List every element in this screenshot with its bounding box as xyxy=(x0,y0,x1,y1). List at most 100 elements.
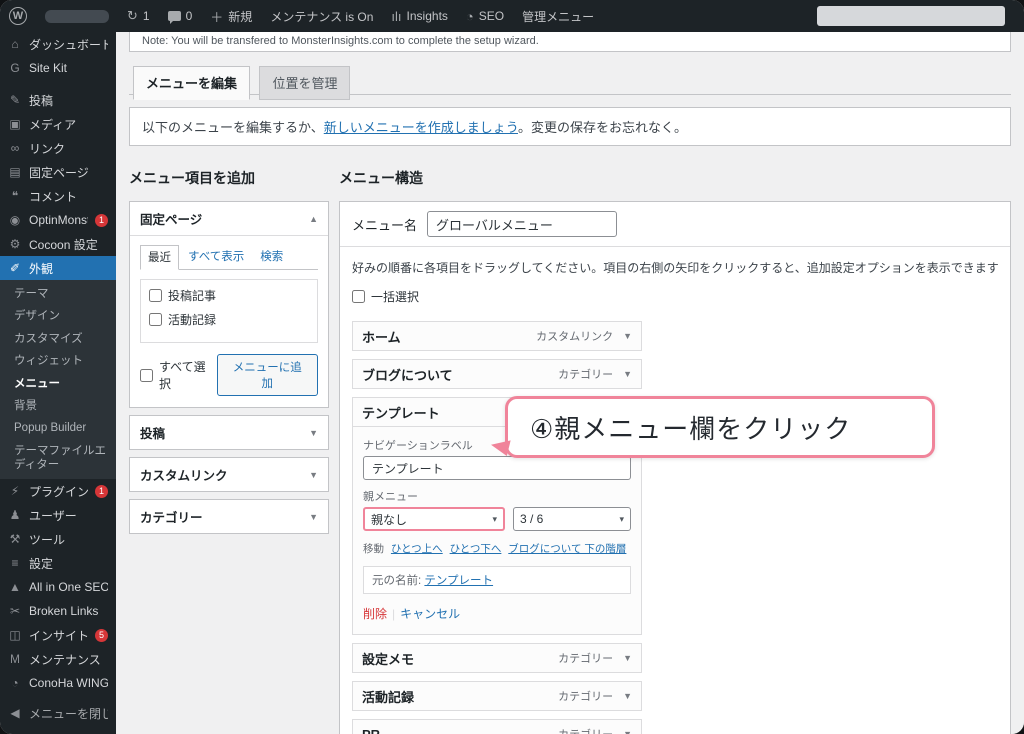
parent-menu-label: 親メニュー xyxy=(363,491,418,503)
chevron-down-icon[interactable]: ▼ xyxy=(309,428,318,438)
menu-structure-heading: メニュー構造 xyxy=(339,170,423,186)
move-down-link[interactable]: ひとつ下へ xyxy=(450,543,502,555)
submenu-item-popup-builder[interactable]: Popup Builder xyxy=(0,417,116,439)
chevron-down-icon[interactable]: ▼ xyxy=(309,470,318,480)
sidebar-item-dashboard[interactable]: ⌂ ダッシュボード xyxy=(0,32,116,56)
menu-item-settings-panel: ナビゲーションラベル 親メニュー 親なし ▾ xyxy=(352,427,642,635)
updates-count: 1 xyxy=(142,9,150,23)
sidebar-item-optinmonster[interactable]: ◉ OptinMonster 1 xyxy=(0,208,116,232)
settings-icon: ≡ xyxy=(11,556,19,571)
submenu-item-design[interactable]: デザイン xyxy=(0,305,116,327)
chevron-down-icon[interactable]: ▼ xyxy=(623,729,632,734)
chevron-down-icon[interactable]: ▼ xyxy=(623,691,632,701)
sidebar-item-comments[interactable]: ❝ コメント xyxy=(0,184,116,208)
sidebar-item-settings[interactable]: ≡ 設定 xyxy=(0,551,116,575)
site-name-menu[interactable] xyxy=(36,0,118,32)
pages-accordion-header[interactable]: 固定ページ ▲ xyxy=(130,202,328,235)
submenu-item-menus[interactable]: メニュー xyxy=(0,373,116,395)
sidebar-item-conoha-wing[interactable]: ◔ ConoHa WING xyxy=(0,671,116,695)
chevron-down-icon[interactable]: ▼ xyxy=(623,653,632,663)
collapse-menu-button[interactable]: ◀ メニューを閉じる xyxy=(0,701,116,725)
bulk-select-checkbox[interactable] xyxy=(352,290,365,303)
cancel-link[interactable]: キャンセル xyxy=(400,607,460,621)
account-menu[interactable] xyxy=(808,0,1014,32)
menu-item-pr[interactable]: PR カテゴリー ▼ xyxy=(352,719,642,734)
chevron-down-icon[interactable]: ▼ xyxy=(309,512,318,522)
tab-search[interactable]: 検索 xyxy=(253,245,290,269)
sidebar-item-appearance[interactable]: ✐ 外観 xyxy=(0,256,116,280)
sidebar-separator xyxy=(0,80,116,88)
sidebar-item-media[interactable]: ▣ メディア xyxy=(0,112,116,136)
insights-menu[interactable]: ılı Insights xyxy=(382,0,456,32)
menu-items-list: ホーム カスタムリンク ▼ ブログについて カテゴリー ▼ テンプレート ナビゲ… xyxy=(352,321,642,734)
submenu-item-themes[interactable]: テーマ xyxy=(0,283,116,305)
submenu-item-customize[interactable]: カスタマイズ xyxy=(0,328,116,350)
collapse-arrow-icon: ◀ xyxy=(10,706,20,721)
add-to-menu-button[interactable]: メニューに追加 xyxy=(216,354,318,396)
notification-badge: 1 xyxy=(95,484,108,498)
notification-badge: 1 xyxy=(95,213,108,227)
chevron-down-icon[interactable]: ▼ xyxy=(623,369,632,379)
submenu-item-background[interactable]: 背景 xyxy=(0,395,116,417)
wordpress-logo-icon: W xyxy=(9,7,27,25)
sidebar-item-tools[interactable]: ⚒ ツール xyxy=(0,527,116,551)
select-all-checkbox[interactable] xyxy=(140,368,153,382)
sidebar-item-cocoon-settings[interactable]: ⚙ Cocoon 設定 xyxy=(0,232,116,256)
chevron-up-icon[interactable]: ▲ xyxy=(309,214,318,224)
create-new-menu-link[interactable]: 新しいメニューを作成しましょう xyxy=(324,120,518,135)
original-name-link[interactable]: テンプレート xyxy=(424,575,493,587)
sidebar-item-plugins[interactable]: ⚡ プラグイン 1 xyxy=(0,479,116,503)
site-name-redacted xyxy=(45,9,109,23)
chevron-down-icon[interactable]: ▼ xyxy=(623,331,632,341)
custom-links-accordion-header[interactable]: カスタムリンク ▼ xyxy=(130,458,328,491)
sidebar-item-all-in-one-seo[interactable]: ▲ All in One SEO xyxy=(0,575,116,599)
sidebar-item-site-kit[interactable]: G Site Kit xyxy=(0,56,116,80)
move-up-link[interactable]: ひとつ上へ xyxy=(391,543,443,555)
menu-name-input[interactable] xyxy=(427,211,618,237)
comments-indicator[interactable]: 0 xyxy=(159,0,202,32)
new-content-menu[interactable]: ＋ 新規 xyxy=(201,0,261,32)
move-links-row: 移動 ひとつ上へ ひとつ下へ ブログについて 下の階層 先頭へ xyxy=(363,543,627,555)
sidebar-item-broken-links[interactable]: ✂ Broken Links xyxy=(0,599,116,623)
comments-icon xyxy=(167,11,181,24)
sidebar-item-insights[interactable]: ◫ インサイト 5 xyxy=(0,623,116,647)
submenu-item-widgets[interactable]: ウィジェット xyxy=(0,350,116,372)
tab-manage-locations[interactable]: 位置を管理 xyxy=(259,66,351,100)
seo-menu[interactable]: ◔ SEO xyxy=(457,0,513,32)
optinmonster-icon: ◉ xyxy=(9,213,21,227)
bar-chart-icon: ılı xyxy=(391,8,402,24)
sidebar-item-pages[interactable]: ▤ 固定ページ xyxy=(0,160,116,184)
insights-label: Insights xyxy=(406,9,448,23)
updates-indicator[interactable]: ↻ 1 xyxy=(118,0,159,32)
posts-accordion-header[interactable]: 投稿 ▼ xyxy=(130,416,328,449)
sidebar-item-links[interactable]: ∞ リンク xyxy=(0,136,116,160)
menu-item-about-blog[interactable]: ブログについて カテゴリー ▼ xyxy=(352,359,642,389)
nav-label-input[interactable] xyxy=(363,456,631,480)
categories-accordion-header[interactable]: カテゴリー ▼ xyxy=(130,500,328,533)
submenu-item-theme-file-editor[interactable]: テーマファイルエディター xyxy=(0,440,116,477)
maintenance-status[interactable]: メンテナンス is On xyxy=(261,0,382,32)
add-menu-items-column: メニュー項目を追加 固定ページ ▲ 最近 すべて表示 検索 投稿記事 活動記録 … xyxy=(129,168,329,541)
move-under-link[interactable]: ブログについて 下の階層 xyxy=(508,543,626,555)
tab-view-all[interactable]: すべて表示 xyxy=(181,245,251,269)
annotation-callout: ④親メニュー欄をクリック xyxy=(489,396,935,458)
tab-most-recent[interactable]: 最近 xyxy=(140,245,179,270)
menu-item-activity-log[interactable]: 活動記録 カテゴリー ▼ xyxy=(352,681,642,711)
tab-edit-menus[interactable]: メニューを編集 xyxy=(133,66,251,100)
menu-order-select[interactable]: 3 / 6 ▾ xyxy=(513,507,631,531)
menu-item-settings-memo[interactable]: 設定メモ カテゴリー ▼ xyxy=(352,643,642,673)
sidebar-item-users[interactable]: ♟ ユーザー xyxy=(0,503,116,527)
admin-menu-item[interactable]: 管理メニュー xyxy=(513,0,603,32)
wordpress-menu[interactable]: W xyxy=(0,0,36,32)
comments-count: 0 xyxy=(185,9,193,23)
sidebar-item-maintenance[interactable]: M メンテナンス xyxy=(0,647,116,671)
page-checkbox[interactable] xyxy=(149,313,162,326)
item-actions-row: 削除 | キャンセル xyxy=(363,607,461,621)
sidebar-item-posts[interactable]: ✎ 投稿 xyxy=(0,88,116,112)
parent-menu-select[interactable]: 親なし ▾ xyxy=(363,507,505,531)
main-content: Note: You will be transfered to MonsterI… xyxy=(116,32,1024,734)
menu-item-home[interactable]: ホーム カスタムリンク ▼ xyxy=(352,321,642,351)
menu-structure-panel: メニュー名 好みの順番に各項目をドラッグしてください。項目の右側の矢印をクリック… xyxy=(339,201,1011,734)
page-checkbox[interactable] xyxy=(149,289,162,302)
remove-item-link[interactable]: 削除 xyxy=(363,607,387,621)
